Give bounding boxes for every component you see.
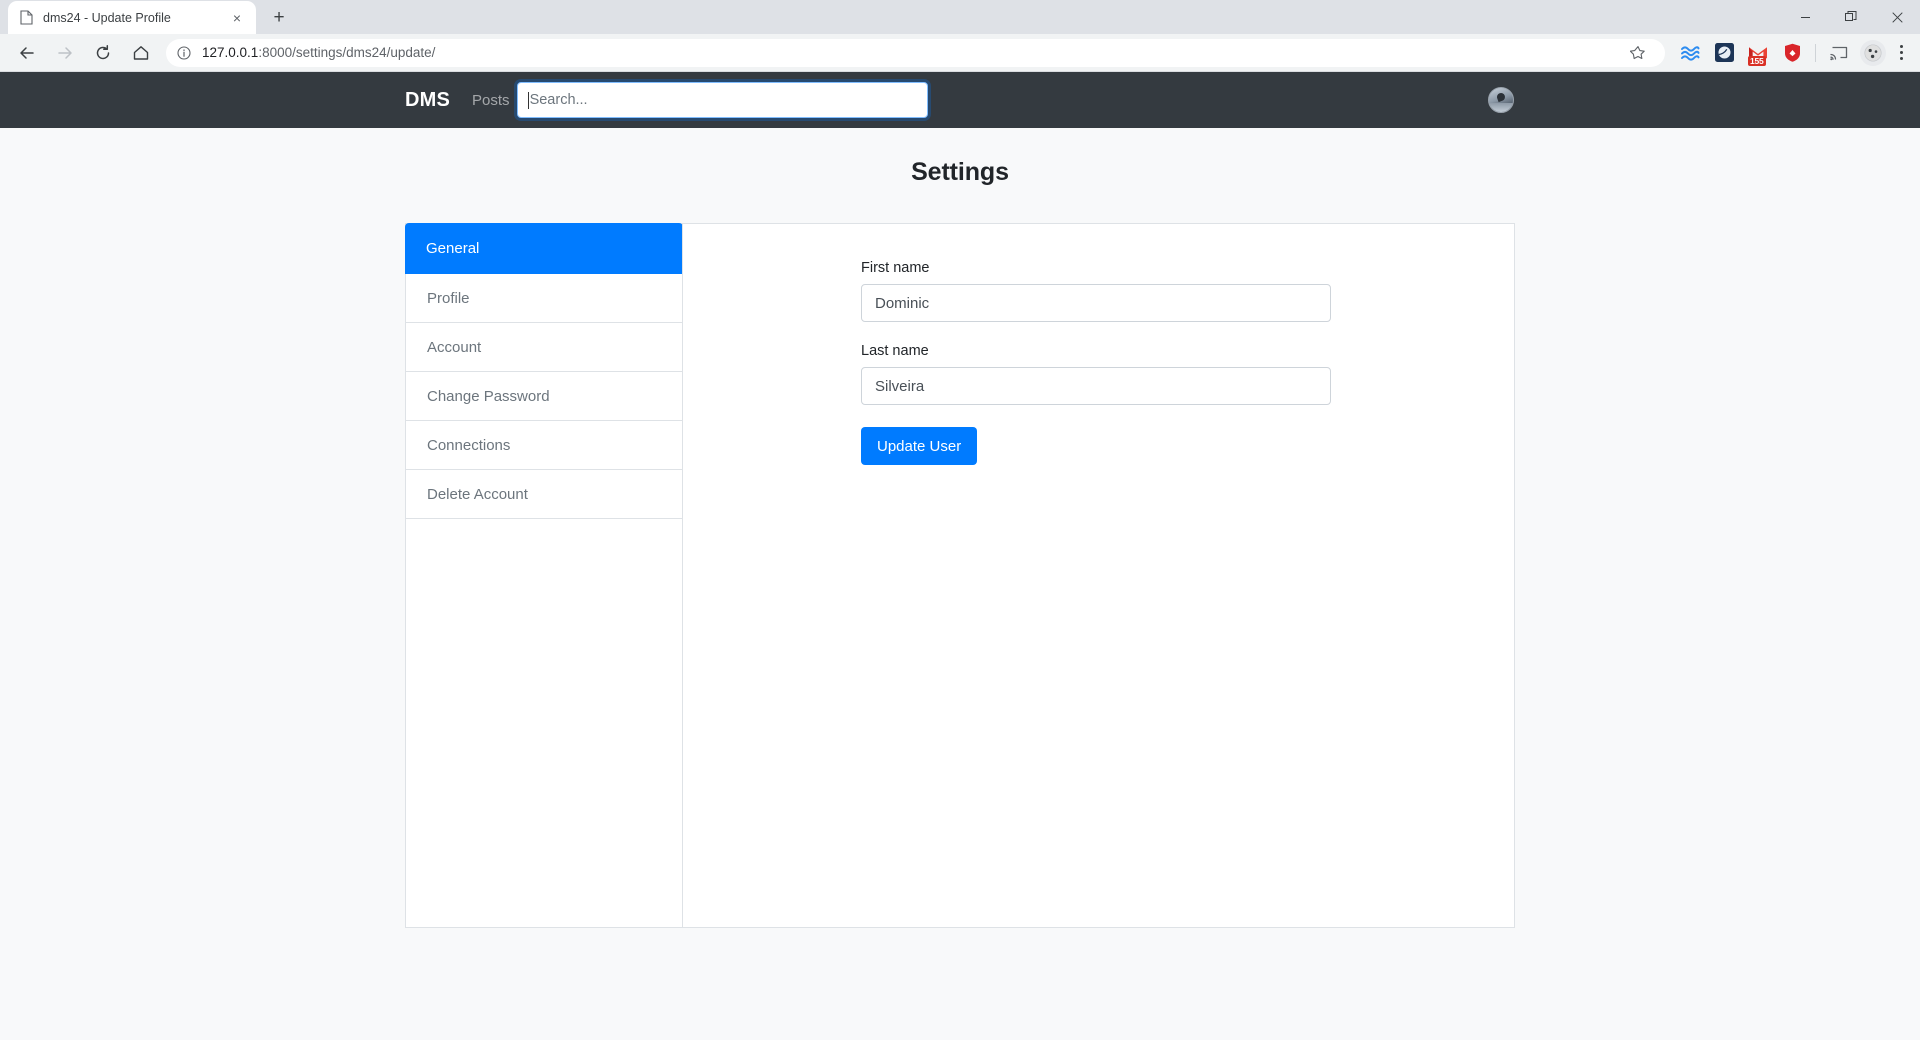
url-host: 127.0.0.1 (202, 45, 259, 60)
browser-window: dms24 - Update Profile × + 127.0.0.1:800… (0, 0, 1920, 1040)
reload-button[interactable] (88, 38, 118, 68)
update-profile-form: First name Dominic Last name Silveira Up… (861, 260, 1331, 465)
sidebar-item-profile[interactable]: Profile (406, 274, 682, 323)
sidebar-item-delete-account[interactable]: Delete Account (406, 470, 682, 519)
avatar-figure (1495, 91, 1507, 103)
address-bar[interactable]: 127.0.0.1:8000/settings/dms24/update/ (166, 38, 1665, 67)
tab-strip: dms24 - Update Profile × + (0, 0, 1920, 34)
browser-tab[interactable]: dms24 - Update Profile × (8, 1, 256, 34)
user-avatar[interactable] (1488, 87, 1514, 113)
settings-sidebar: General Profile Account Change Password … (405, 223, 683, 928)
back-button[interactable] (12, 38, 42, 68)
menu-dot (1899, 45, 1903, 49)
page-viewport: DMS Posts Search... Settings General Pro… (0, 72, 1920, 1040)
close-button[interactable] (1874, 0, 1920, 34)
new-tab-button[interactable]: + (264, 2, 294, 32)
minimize-button[interactable] (1782, 0, 1828, 34)
search-placeholder: Search... (529, 92, 588, 108)
first-name-label: First name (861, 260, 930, 276)
last-name-field[interactable]: Silveira (861, 367, 1331, 405)
gmail-unread-badge: 155 (1748, 55, 1766, 66)
home-button[interactable] (126, 38, 156, 68)
extension-icons: 155 (1673, 39, 1912, 67)
settings-container: General Profile Account Change Password … (405, 223, 1515, 928)
wave-extension-icon[interactable] (1676, 39, 1704, 67)
last-name-label: Last name (861, 343, 929, 359)
maximize-button[interactable] (1828, 0, 1874, 34)
sidebar-item-connections[interactable]: Connections (406, 421, 682, 470)
text-caret (527, 91, 529, 109)
window-controls (1782, 0, 1920, 34)
browser-toolbar: 127.0.0.1:8000/settings/dms24/update/ 15… (0, 34, 1920, 72)
cast-icon[interactable] (1825, 39, 1853, 67)
shield-extension-icon[interactable] (1778, 39, 1806, 67)
pocket-extension-icon[interactable] (1710, 39, 1738, 67)
field-spacer (861, 322, 1331, 343)
browser-menu-button[interactable] (1890, 39, 1912, 67)
sidebar-list: General Profile Account Change Password … (405, 223, 683, 519)
app-navbar: DMS Posts Search... (0, 72, 1920, 128)
nav-link-posts[interactable]: Posts (472, 92, 510, 109)
close-icon[interactable]: × (228, 9, 246, 27)
sidebar-item-general[interactable]: General (405, 223, 683, 274)
brand-logo[interactable]: DMS (405, 89, 450, 112)
menu-dot (1899, 56, 1903, 60)
forward-button[interactable] (50, 38, 80, 68)
page-title: Settings (911, 158, 1009, 186)
sidebar-item-account[interactable]: Account (406, 323, 682, 372)
tab-title: dms24 - Update Profile (43, 10, 171, 25)
toolbar-divider (1815, 43, 1816, 62)
url-text: 127.0.0.1:8000/settings/dms24/update/ (202, 45, 1621, 60)
url-path: :8000/settings/dms24/update/ (258, 45, 436, 60)
page-icon (18, 10, 34, 26)
bookmark-star-icon[interactable] (1624, 39, 1652, 67)
info-icon[interactable] (176, 45, 192, 61)
profile-avatar[interactable] (1860, 39, 1886, 66)
first-name-field[interactable]: Dominic (861, 284, 1331, 322)
sidebar-item-change-password[interactable]: Change Password (406, 372, 682, 421)
search-input[interactable]: Search... (516, 82, 928, 118)
settings-content: First name Dominic Last name Silveira Up… (682, 223, 1515, 928)
avatar-background (1489, 103, 1513, 112)
gmail-extension-icon[interactable]: 155 (1744, 39, 1772, 67)
update-user-button[interactable]: Update User (861, 427, 978, 465)
menu-dot (1899, 51, 1903, 54)
